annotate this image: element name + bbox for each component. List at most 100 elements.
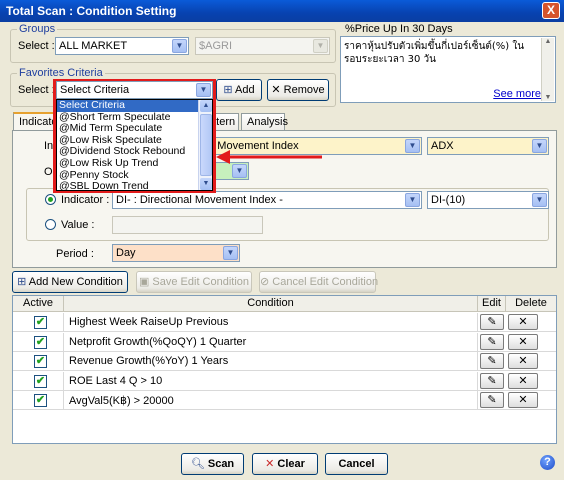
- close-icon: ✕: [518, 374, 528, 387]
- chevron-down-icon[interactable]: ▼: [405, 193, 420, 207]
- active-checkbox[interactable]: ✔: [34, 374, 47, 388]
- edit-button[interactable]: ✎: [480, 333, 504, 350]
- edit-button[interactable]: ✎: [480, 314, 504, 330]
- groups-label: Groups: [17, 23, 58, 35]
- tab-analysis[interactable]: Analysis: [241, 113, 288, 131]
- add-new-condition-button[interactable]: ⊞ Add New Condition: [12, 271, 128, 293]
- save-edit-condition-button[interactable]: ▣ Save Edit Condition: [136, 271, 252, 293]
- scroll-up-icon[interactable]: ▲: [542, 38, 554, 45]
- scrollbar[interactable]: ▲ ▼: [541, 38, 554, 101]
- help-icon[interactable]: ?: [540, 455, 555, 470]
- active-checkbox[interactable]: ✔: [34, 316, 47, 329]
- header-delete: Delete: [506, 296, 556, 312]
- tab-indicator[interactable]: Indicato: [13, 112, 58, 130]
- active-cell: ✔: [13, 391, 64, 410]
- save-icon: ▣: [138, 276, 150, 288]
- delete-button[interactable]: ✕: [508, 314, 538, 330]
- edit-button[interactable]: ✎: [480, 392, 504, 408]
- delete-button[interactable]: ✕: [508, 392, 538, 408]
- chevron-down-icon[interactable]: ▼: [405, 139, 420, 153]
- condition-cell: Highest Week RaiseUp Previous: [64, 313, 478, 332]
- condition-text: ROE Last 4 Q > 10: [69, 374, 163, 387]
- cancel-edit-condition-button[interactable]: ⊘ Cancel Edit Condition: [259, 271, 378, 293]
- indicator1-param-combo[interactable]: ADX ▼: [427, 137, 549, 155]
- condition-text: Revenue Growth(%YoY) 1 Years: [69, 355, 229, 367]
- scroll-down-icon[interactable]: ▼: [200, 178, 212, 190]
- chevron-down-icon[interactable]: ▼: [223, 246, 238, 260]
- search-icon: 🔍︎: [190, 458, 205, 470]
- indicator1-label: In: [44, 140, 54, 152]
- scroll-thumb[interactable]: [200, 114, 212, 176]
- favorites-label: Favorites Criteria: [17, 67, 105, 79]
- value-label: Value :: [61, 219, 95, 231]
- indicator-radio[interactable]: [45, 194, 56, 205]
- see-more-link[interactable]: See more: [493, 88, 541, 100]
- table-row: ✔ ROE Last 4 Q > 10 ✎ ✕: [13, 371, 556, 391]
- market-combo-value: ALL MARKET: [59, 40, 128, 52]
- indicator2-param-combo[interactable]: DI-(10) ▼: [427, 191, 549, 209]
- chevron-down-icon[interactable]: ▼: [313, 39, 328, 53]
- scroll-up-icon[interactable]: ▲: [200, 100, 212, 112]
- chevron-down-icon[interactable]: ▼: [532, 193, 547, 207]
- delete-button[interactable]: ✕: [508, 333, 538, 350]
- period-combo[interactable]: Day ▼: [112, 244, 240, 262]
- remove-icon: ✕: [271, 84, 281, 96]
- condition-text: AvgVal5(K฿) > 20000: [69, 395, 174, 407]
- condition-cell: Netprofit Growth(%QoQY) 1 Quarter: [64, 332, 478, 352]
- pencil-icon: ✎: [487, 316, 497, 328]
- sector-combo-value: $AGRI: [199, 40, 233, 52]
- edit-button[interactable]: ✎: [480, 372, 504, 389]
- active-checkbox[interactable]: ✔: [34, 355, 47, 368]
- active-checkbox[interactable]: ✔: [34, 335, 47, 349]
- close-icon: ✕: [518, 394, 528, 406]
- delete-button[interactable]: ✕: [508, 372, 538, 389]
- value-radio[interactable]: [45, 219, 56, 230]
- favorites-combo[interactable]: Select Criteria ▼: [56, 81, 213, 99]
- favorites-option[interactable]: Select Criteria: [57, 99, 198, 112]
- clear-button[interactable]: ✕ Clear: [252, 453, 318, 475]
- description-text: ราคาหุ้นปรับตัวเพิ่มขึ้นกี่เปอร์เซ็นต์(%…: [344, 41, 525, 65]
- chevron-down-icon[interactable]: ▼: [172, 39, 187, 53]
- header-edit: Edit: [478, 296, 506, 312]
- chevron-down-icon[interactable]: ▼: [532, 139, 547, 153]
- sector-combo[interactable]: $AGRI ▼: [195, 37, 330, 55]
- add-criteria-button[interactable]: ⊞ Add: [216, 79, 262, 101]
- add-criteria-icon: ⊞: [223, 84, 233, 96]
- operator-label: O: [44, 166, 53, 178]
- value-input[interactable]: [112, 216, 263, 234]
- close-icon: ✕: [518, 316, 528, 328]
- delete-button[interactable]: ✕: [508, 353, 538, 369]
- cancel-button[interactable]: Cancel: [325, 453, 388, 475]
- scan-button[interactable]: 🔍︎ Scan: [181, 453, 244, 475]
- favorites-select-label: Select :: [18, 84, 55, 96]
- condition-table: Active Condition Edit Delete ✔ Highest We…: [12, 295, 557, 444]
- dropdown-scrollbar[interactable]: ▲ ▼: [198, 100, 212, 190]
- add-icon: ⊞: [17, 276, 27, 288]
- clear-icon: ✕: [265, 458, 275, 470]
- pencil-icon: ✎: [487, 394, 497, 406]
- condition-text: Highest Week RaiseUp Previous: [69, 316, 229, 328]
- period-label: Period :: [56, 248, 94, 260]
- close-button[interactable]: X: [542, 2, 560, 19]
- active-cell: ✔: [13, 352, 64, 371]
- table-row: ✔ AvgVal5(K฿) > 20000 ✎ ✕: [13, 391, 556, 410]
- active-cell: ✔: [13, 371, 64, 391]
- window-title: Total Scan : Condition Setting: [6, 4, 177, 18]
- table-row: ✔ Highest Week RaiseUp Previous ✎ ✕: [13, 313, 556, 332]
- chevron-down-icon[interactable]: ▼: [232, 164, 247, 178]
- close-icon: X: [546, 3, 555, 17]
- scroll-down-icon[interactable]: ▼: [542, 94, 554, 101]
- condition-cell: Revenue Growth(%YoY) 1 Years: [64, 352, 478, 371]
- favorites-option[interactable]: @Low Risk Up Trend: [57, 157, 198, 170]
- remove-criteria-button[interactable]: ✕ Remove: [267, 79, 329, 101]
- edit-button[interactable]: ✎: [480, 353, 504, 369]
- indicator2-combo[interactable]: DI- : Directional Movement Index - ▼: [112, 191, 422, 209]
- red-arrow-annotation: [216, 150, 322, 164]
- market-combo[interactable]: ALL MARKET ▼: [55, 37, 189, 55]
- description-box: ราคาหุ้นปรับตัวเพิ่มขึ้นกี่เปอร์เซ็นต์(%…: [340, 36, 556, 103]
- favorites-option[interactable]: @SBL Down Trend: [57, 181, 198, 193]
- indicator2-label: Indicator :: [61, 194, 110, 206]
- chevron-down-icon[interactable]: ▼: [196, 83, 211, 97]
- active-checkbox[interactable]: ✔: [34, 394, 47, 407]
- table-row: ✔ Netprofit Growth(%QoQY) 1 Quarter ✎ ✕: [13, 332, 556, 352]
